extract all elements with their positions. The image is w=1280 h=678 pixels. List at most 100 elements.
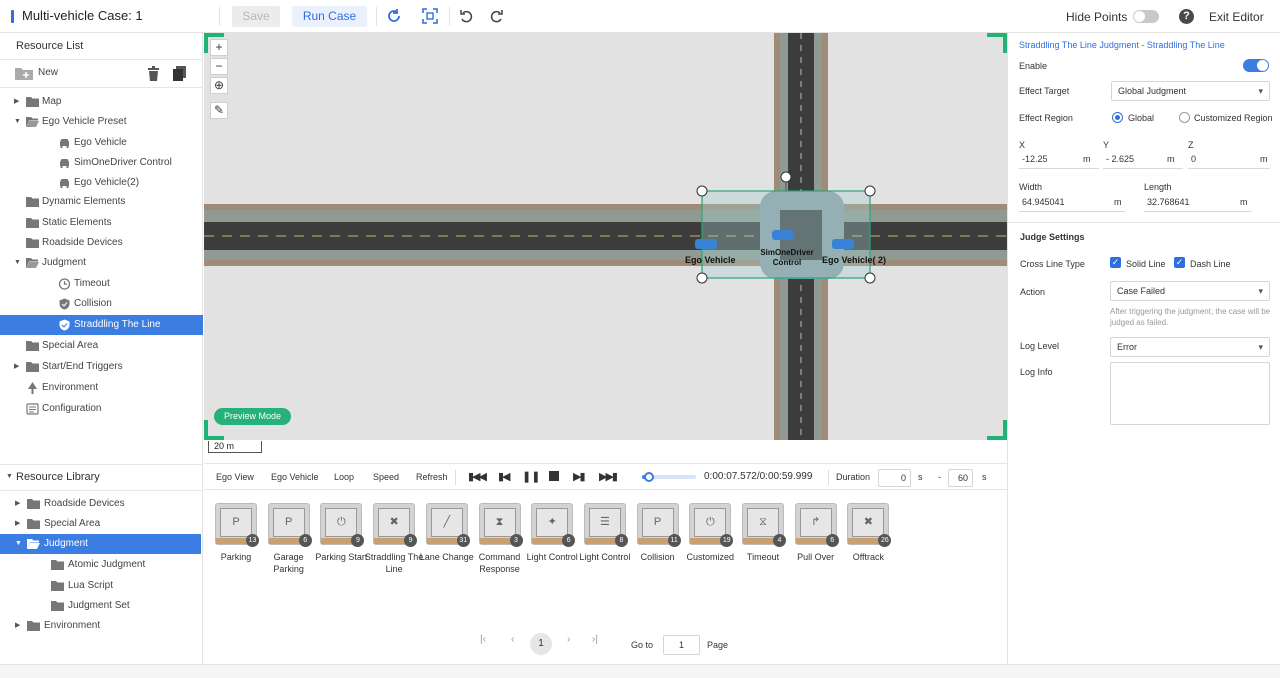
expand-caret-icon[interactable]: ▶ <box>15 616 23 636</box>
library-card[interactable]: ☰ 8 <box>583 503 628 547</box>
tree-item-judgment[interactable]: ▼ Judgment <box>0 253 203 273</box>
run-case-button[interactable]: Run Case <box>292 6 367 27</box>
ruler-icon[interactable]: ✎ <box>210 102 228 119</box>
duration-end-input[interactable]: 60 <box>948 469 973 487</box>
tree-item-timeout[interactable]: Timeout <box>0 274 203 294</box>
action-select[interactable]: Case Failed <box>1110 281 1270 301</box>
expand-caret-icon[interactable]: ▶ <box>14 92 22 112</box>
last-page-icon[interactable]: ›| <box>592 634 598 645</box>
skip-start-icon[interactable]: ▮◀◀ <box>468 470 487 483</box>
library-item-label: Judgment Set <box>68 600 130 611</box>
tree-item-simonedriver-control[interactable]: SimOneDriver Control <box>0 153 203 173</box>
library-item-lua-script[interactable]: Lua Script <box>0 576 201 596</box>
tree-item-ego-vehicle-preset[interactable]: ▼ Ego Vehicle Preset <box>0 112 203 132</box>
refresh-button[interactable]: Refresh <box>416 472 448 482</box>
region-custom-radio[interactable] <box>1179 112 1190 123</box>
new-button[interactable]: New <box>38 67 58 78</box>
page-current[interactable]: 1 <box>530 633 552 655</box>
save-button[interactable]: Save <box>232 6 280 27</box>
collapse-caret-icon[interactable]: ▼ <box>14 112 22 132</box>
library-item-judgment[interactable]: ▼ Judgment <box>0 534 201 554</box>
loop-button[interactable]: Loop <box>334 472 354 482</box>
region-global-radio[interactable] <box>1112 112 1123 123</box>
exit-editor-button[interactable]: Exit Editor <box>1209 10 1264 24</box>
new-folder-icon[interactable] <box>15 67 33 80</box>
duration-start-input[interactable]: 0 <box>878 469 911 487</box>
hide-points-toggle[interactable] <box>1133 10 1159 23</box>
ego-view-button[interactable]: Ego View <box>216 472 254 482</box>
help-icon[interactable]: ? <box>1179 9 1194 24</box>
library-item-environment[interactable]: ▶ Environment <box>0 616 201 636</box>
y-input[interactable]: - 2.625 <box>1106 154 1134 164</box>
next-page-icon[interactable]: › <box>567 634 570 645</box>
enable-toggle[interactable] <box>1243 59 1269 72</box>
preview-mode-badge[interactable]: Preview Mode <box>214 408 291 425</box>
zoom-out-button[interactable]: − <box>210 58 228 75</box>
skip-end-icon[interactable]: ▶▶▮ <box>599 470 618 483</box>
tree-item-environment[interactable]: Environment <box>0 378 203 398</box>
copy-icon[interactable] <box>173 66 186 81</box>
expand-caret-icon[interactable]: ▶ <box>15 514 23 534</box>
stop-icon[interactable] <box>549 471 559 481</box>
pause-icon[interactable]: ❚❚ <box>522 470 540 483</box>
library-card[interactable]: P 13 <box>215 503 259 547</box>
progress-track[interactable] <box>642 472 696 482</box>
library-card[interactable]: ↱ 6 <box>794 503 839 547</box>
expand-caret-icon[interactable]: ▶ <box>15 494 23 514</box>
trash-icon[interactable] <box>147 66 160 81</box>
goto-input[interactable]: 1 <box>663 635 700 655</box>
tree-item-collision[interactable]: Collision <box>0 294 203 314</box>
zoom-in-button[interactable]: + <box>210 39 228 56</box>
speed-button[interactable]: Speed <box>373 472 399 482</box>
library-item-atomic-judgment[interactable]: Atomic Judgment <box>0 555 201 575</box>
step-back-icon[interactable]: ▮◀ <box>498 470 510 483</box>
library-card[interactable]: ⧗ 3 <box>478 503 523 547</box>
effect-target-select[interactable]: Global Judgment <box>1111 81 1270 101</box>
collapse-caret-icon[interactable]: ▼ <box>15 534 23 554</box>
library-item-special-area[interactable]: ▶ Special Area <box>0 514 201 534</box>
tree-item-configuration[interactable]: Configuration <box>0 399 203 419</box>
library-card[interactable]: ⏻ 9 <box>320 503 365 547</box>
z-input[interactable]: 0 <box>1191 154 1196 164</box>
library-card[interactable]: ✦ 6 <box>531 503 576 547</box>
tree-item-start-end-triggers[interactable]: ▶ Start/End Triggers <box>0 357 203 377</box>
expand-caret-icon[interactable]: ▶ <box>14 357 22 377</box>
library-card[interactable]: P 11 <box>636 503 681 547</box>
prev-page-icon[interactable]: ‹ <box>511 634 514 645</box>
library-item-roadside-devices[interactable]: ▶ Roadside Devices <box>0 494 201 514</box>
tree-item-dynamic-elements[interactable]: Dynamic Elements <box>0 192 203 212</box>
first-page-icon[interactable]: |‹ <box>480 634 486 645</box>
log-level-select[interactable]: Error <box>1110 337 1270 357</box>
tree-item-ego-vehicle[interactable]: Ego Vehicle <box>0 133 203 153</box>
refresh-icon[interactable] <box>385 7 403 25</box>
collapse-caret-icon[interactable]: ▼ <box>6 473 13 480</box>
library-card[interactable]: ⏻ 19 <box>689 503 734 547</box>
tree-item-map[interactable]: ▶ Map <box>0 92 203 112</box>
progress-handle[interactable] <box>643 472 654 482</box>
map-canvas[interactable]: Ego Vehicle SimOneDriver Control Ego Veh… <box>204 33 1007 440</box>
dash-line-checkbox[interactable]: ✓ <box>1174 257 1185 268</box>
log-info-textarea[interactable] <box>1110 362 1270 425</box>
undo-icon[interactable] <box>458 7 476 25</box>
library-card[interactable]: ✖ 26 <box>847 503 892 547</box>
collapse-caret-icon[interactable]: ▼ <box>14 253 22 273</box>
tree-item-special-area[interactable]: Special Area <box>0 336 203 356</box>
tree-item-ego-vehicle-2[interactable]: Ego Vehicle(2) <box>0 173 203 193</box>
redo-icon[interactable] <box>487 7 505 25</box>
library-card[interactable]: ✖ 9 <box>373 503 418 547</box>
library-card[interactable]: ╱ 31 <box>425 503 470 547</box>
tree-item-straddling-the-line[interactable]: Straddling The Line <box>0 315 203 335</box>
solid-line-checkbox[interactable]: ✓ <box>1110 257 1121 268</box>
focus-view-icon[interactable] <box>421 7 439 25</box>
library-item-judgment-set[interactable]: Judgment Set <box>0 596 201 616</box>
library-card[interactable]: ⧖ 4 <box>742 503 786 547</box>
tree-item-static-elements[interactable]: Static Elements <box>0 213 203 233</box>
library-card[interactable]: P6 <box>267 503 312 547</box>
width-input[interactable]: 64.945041 <box>1022 197 1065 207</box>
x-input[interactable]: -12.25 <box>1022 154 1048 164</box>
step-forward-icon[interactable]: ▶▮ <box>573 470 585 483</box>
ego-vehicle-button[interactable]: Ego Vehicle <box>271 472 319 482</box>
tree-item-roadside-devices[interactable]: Roadside Devices <box>0 233 203 253</box>
locate-icon[interactable]: ⊕ <box>210 77 228 94</box>
length-input[interactable]: 32.768641 <box>1147 197 1190 207</box>
